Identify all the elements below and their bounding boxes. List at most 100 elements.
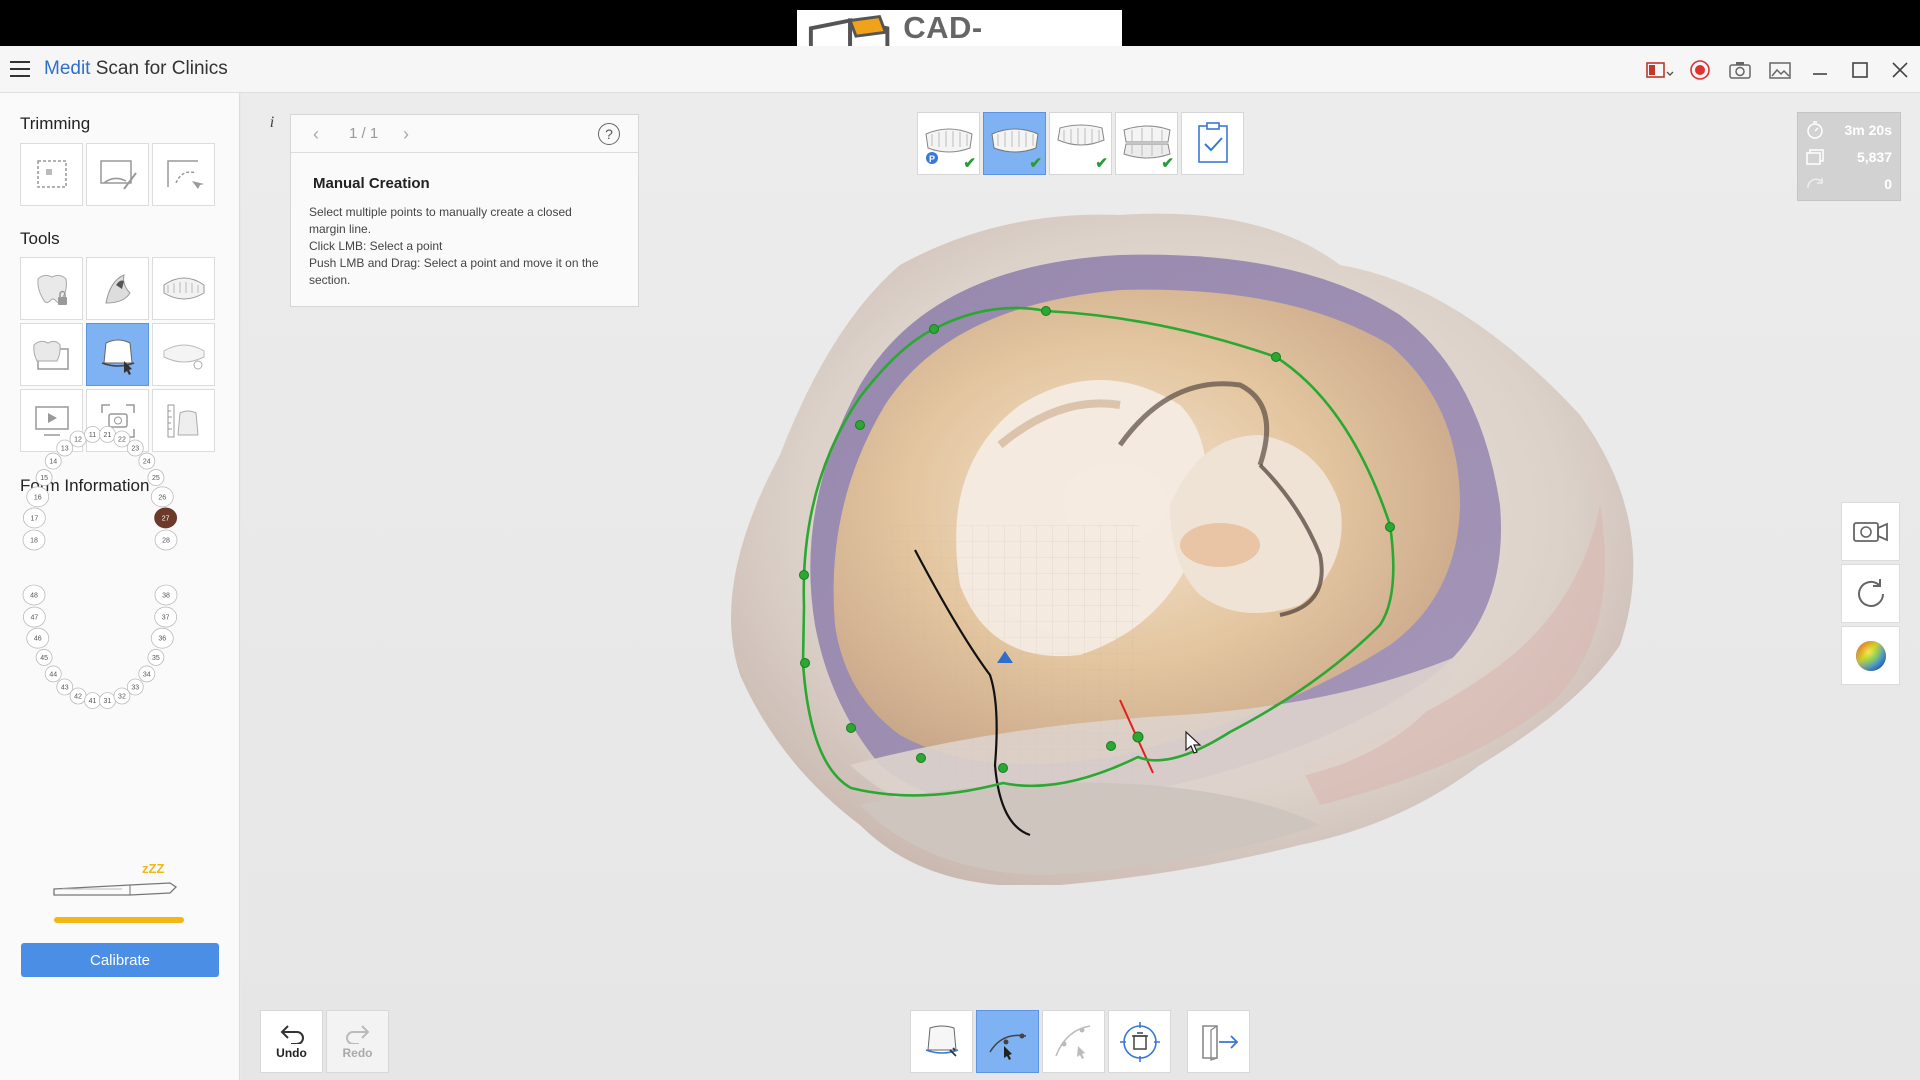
dashed-select-icon (36, 159, 67, 188)
arch-lock-button[interactable] (152, 323, 215, 386)
color-toggle-button[interactable] (1841, 626, 1900, 685)
reset-view-button[interactable] (1841, 564, 1900, 623)
tooth-lock-icon (36, 274, 67, 305)
manual-creation-button[interactable] (976, 1010, 1039, 1073)
stat-time: 3m 20s (1804, 119, 1892, 141)
sleep-label: zZZ (142, 861, 164, 876)
tooth-31[interactable]: 31 (99, 692, 116, 710)
stat-rotations: 0 (1804, 173, 1892, 195)
tooth-26[interactable]: 26 (150, 486, 174, 508)
maximize-icon[interactable] (1840, 50, 1880, 90)
video-capture-button[interactable] (1841, 502, 1900, 561)
tooth-24[interactable]: 24 (138, 452, 156, 470)
margin-line-icon (101, 339, 134, 375)
exit-tool-button[interactable] (1187, 1010, 1250, 1073)
tooth-number: 26 (158, 494, 166, 501)
tooth-21[interactable]: 21 (99, 425, 116, 443)
tooth-11[interactable]: 11 (84, 425, 101, 443)
tooth-number: 15 (40, 475, 48, 482)
tooth-number: 12 (74, 436, 82, 443)
tooth-45[interactable]: 45 (35, 649, 53, 666)
stage-mandible[interactable]: ✔ (1049, 112, 1112, 175)
stage-occlusion[interactable]: ✔ (1115, 112, 1178, 175)
trim-lasso-icon (166, 159, 204, 189)
tooth-22[interactable]: 22 (113, 430, 131, 448)
arch-tool-button[interactable] (152, 257, 215, 320)
tooth-44[interactable]: 44 (44, 665, 62, 683)
camera-icon[interactable] (1720, 50, 1760, 90)
frames-icon (1806, 149, 1824, 165)
guide-line: Click LMB: Select a point (309, 239, 443, 253)
tooth-13[interactable]: 13 (56, 439, 74, 457)
stat-rotations-value: 0 (1884, 176, 1892, 192)
guide-page-indicator: 1 / 1 (349, 125, 379, 142)
help-icon[interactable]: ? (598, 123, 620, 145)
tooth-number: 33 (131, 684, 139, 691)
tooth-number: 28 (162, 538, 170, 545)
guide-prev-icon[interactable]: ‹ (313, 124, 319, 145)
tooth-41[interactable]: 41 (84, 692, 101, 710)
guide-line: margin line. (309, 222, 372, 236)
tooth-25[interactable]: 25 (147, 469, 165, 486)
margin-line-button[interactable] (86, 323, 149, 386)
trim-select-button[interactable] (20, 143, 83, 206)
close-icon[interactable] (1880, 50, 1920, 90)
calibrate-button[interactable]: Calibrate (21, 943, 219, 977)
lock-tooth-button[interactable] (20, 257, 83, 320)
tooth-18[interactable]: 18 (22, 529, 46, 551)
stage-review[interactable] (1181, 112, 1244, 175)
tooth-42[interactable]: 42 (69, 687, 87, 705)
arch-lock-icon (163, 344, 204, 369)
tooth-14[interactable]: 14 (44, 452, 62, 470)
tooth-48[interactable]: 48 (22, 584, 46, 606)
delete-line-button[interactable] (1108, 1010, 1171, 1073)
guide-title: Manual Creation (313, 175, 430, 192)
tooth-43[interactable]: 43 (56, 678, 74, 696)
tooth-number: 23 (131, 446, 139, 453)
rotate-count-icon (1807, 178, 1823, 189)
fill-tool-button[interactable] (86, 257, 149, 320)
tooth-number: 21 (104, 432, 112, 439)
edit-line-button[interactable] (1042, 1010, 1105, 1073)
stat-time-value: 3m 20s (1844, 122, 1892, 138)
tooth-number: 41 (89, 698, 97, 705)
menu-icon[interactable] (10, 61, 30, 77)
trim-lasso-button[interactable] (152, 143, 215, 206)
tooth-38[interactable]: 38 (154, 584, 178, 606)
tooth-27[interactable]: 27 (154, 507, 178, 529)
tooth-17[interactable]: 17 (22, 507, 46, 529)
tooth-37[interactable]: 37 (154, 606, 178, 628)
tooth-47[interactable]: 47 (22, 606, 46, 628)
tooth-33[interactable]: 33 (126, 678, 144, 696)
guide-line: Select multiple points to manually creat… (309, 205, 572, 219)
tooth-35[interactable]: 35 (147, 649, 165, 666)
tooth-number: 42 (74, 694, 82, 701)
tooth-number: 22 (118, 436, 126, 443)
minimize-icon[interactable] (1800, 50, 1840, 90)
redo-arrow-icon (345, 1024, 369, 1044)
fill-drop-icon (104, 273, 131, 304)
tooth-36[interactable]: 36 (150, 627, 174, 649)
stage-maxilla-prep[interactable]: P ✔ (917, 112, 980, 175)
stage-maxilla[interactable]: ✔ (983, 112, 1046, 175)
tooth-32[interactable]: 32 (113, 687, 131, 705)
auto-margin-button[interactable] (910, 1010, 973, 1073)
image-icon[interactable] (1760, 50, 1800, 90)
tooth-12[interactable]: 12 (69, 430, 87, 448)
tooth-16[interactable]: 16 (26, 486, 50, 508)
tooth-34[interactable]: 34 (138, 665, 156, 683)
trim-brush-button[interactable] (86, 143, 149, 206)
info-icon[interactable]: i (262, 114, 282, 134)
scanner-sleep-icon: zZZ (53, 861, 178, 896)
tooth-23[interactable]: 23 (126, 439, 144, 457)
tooth-28[interactable]: 28 (154, 529, 178, 551)
layout-icon[interactable] (1640, 50, 1680, 90)
tooth-15[interactable]: 15 (35, 469, 53, 486)
record-icon[interactable] (1680, 50, 1720, 90)
undo-button[interactable]: Undo (260, 1010, 323, 1073)
tooth-46[interactable]: 46 (26, 627, 50, 649)
overlay-tool-button[interactable] (20, 323, 83, 386)
redo-button[interactable]: Redo (326, 1010, 389, 1073)
guide-next-icon[interactable]: › (403, 124, 409, 145)
dental-scan-model[interactable] (700, 205, 1660, 885)
